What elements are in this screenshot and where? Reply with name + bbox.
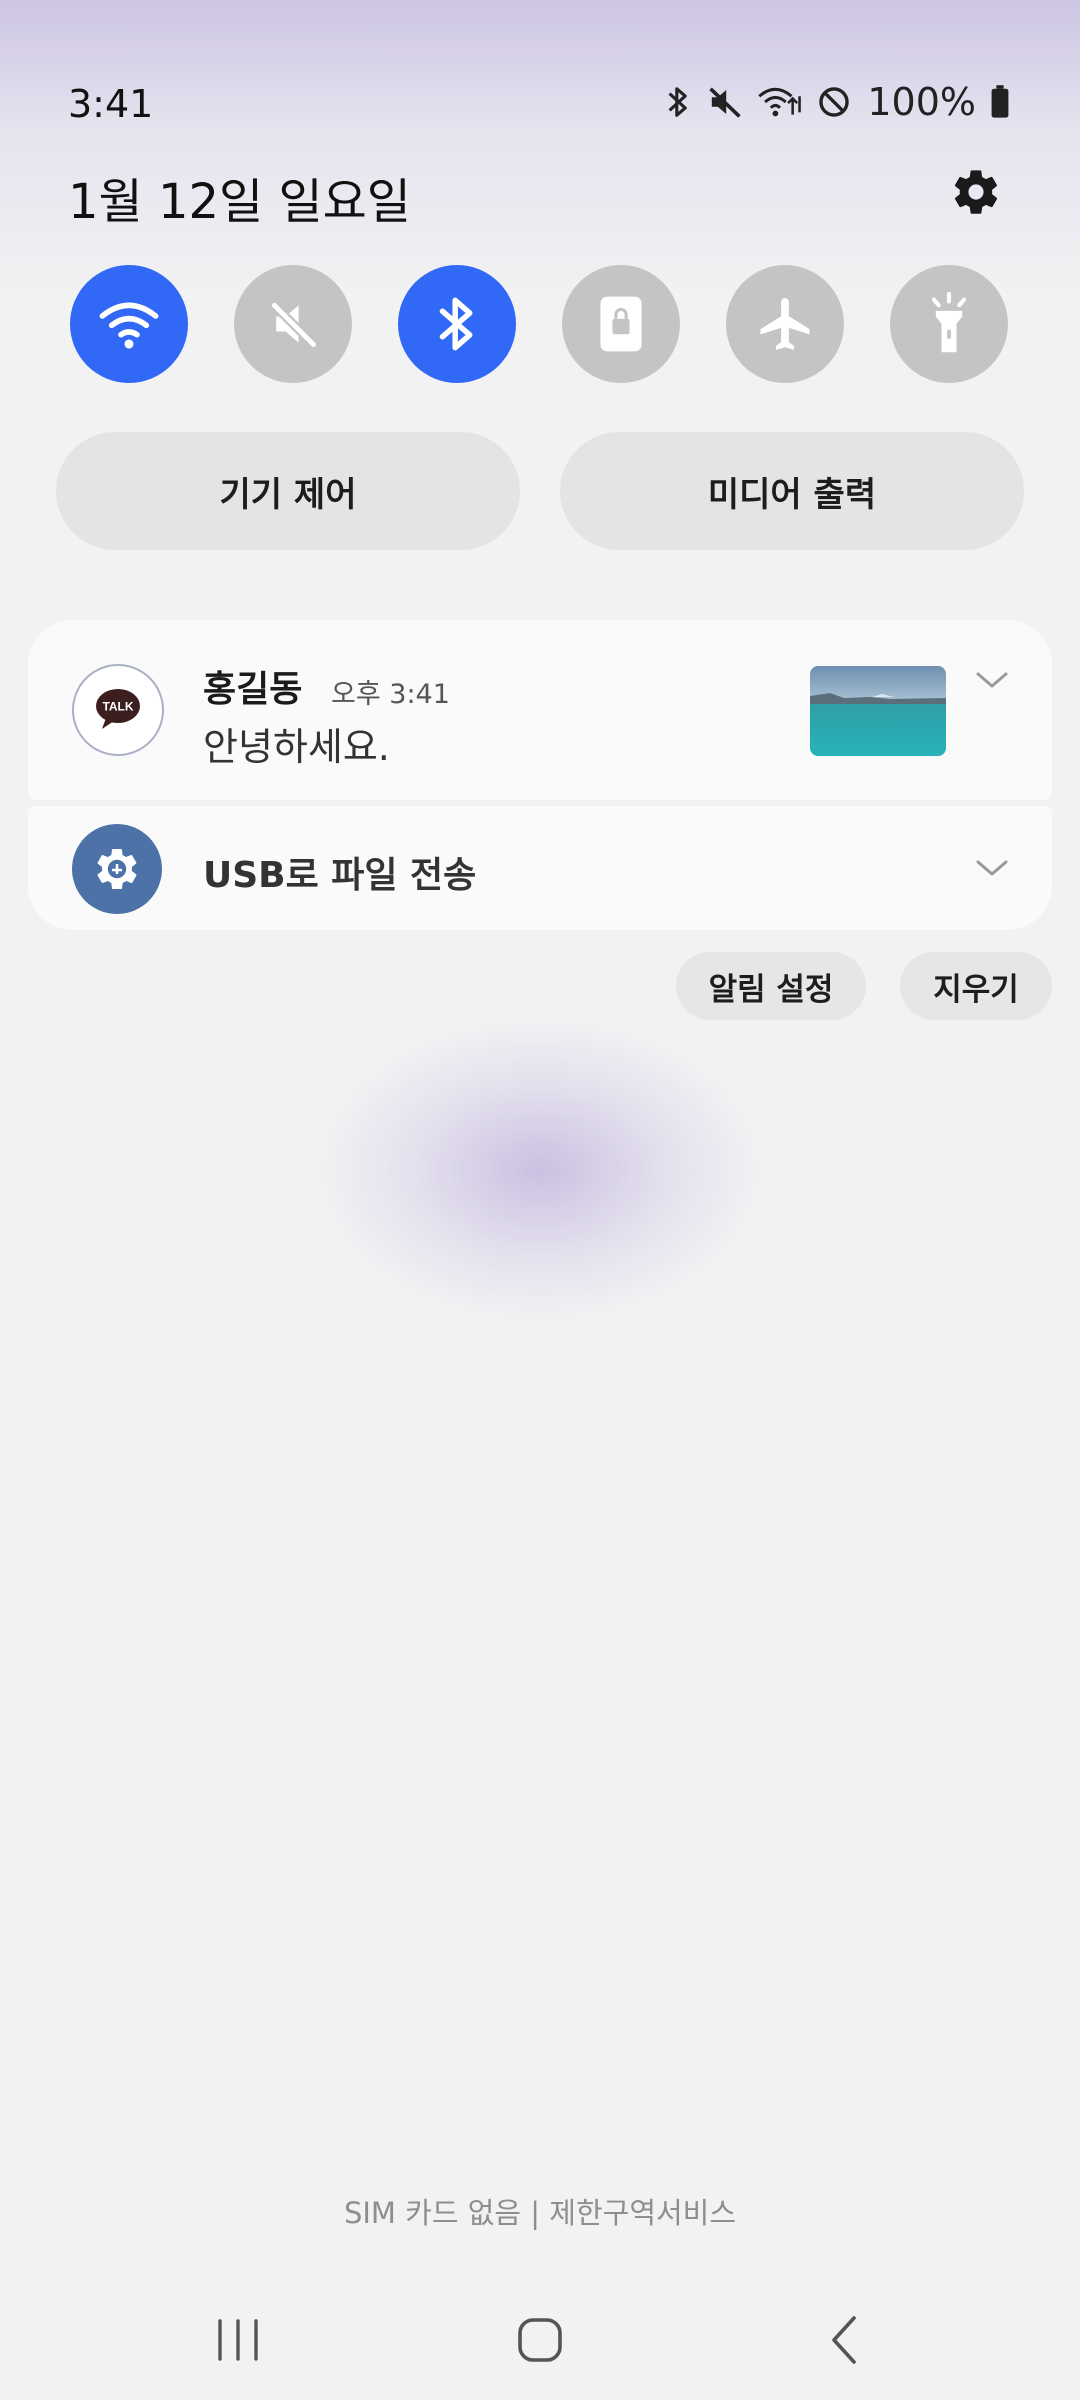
wifi-toggle[interactable] (70, 265, 188, 383)
back-button[interactable] (784, 2300, 904, 2380)
portrait-lock-icon (600, 296, 642, 352)
airplane-icon (760, 298, 810, 350)
notification-thumbnail[interactable] (810, 666, 946, 756)
kakaotalk-icon-text: TALK (102, 700, 133, 714)
usb-settings-icon (72, 824, 162, 914)
device-control-button[interactable]: 기기 제어 (56, 432, 520, 550)
airplane-mode-toggle[interactable] (726, 265, 844, 383)
usb-notification-title: USB로 파일 전송 (203, 855, 477, 896)
bluetooth-icon (663, 84, 693, 120)
wifi-icon (99, 302, 159, 349)
mute-icon (271, 302, 317, 348)
clear-all-button[interactable]: 지우기 (900, 952, 1052, 1020)
gear-icon (954, 170, 998, 214)
recent-apps-button[interactable] (178, 2300, 298, 2380)
rotation-lock-toggle[interactable] (562, 265, 680, 383)
sound-toggle[interactable] (234, 265, 352, 383)
home-icon (518, 2318, 562, 2362)
date-label: 1월 12일 일요일 (68, 174, 411, 230)
bluetooth-icon (439, 297, 473, 351)
chevron-down-icon (976, 672, 1008, 688)
notification-shade: 3:41 100% 1월 12일 일요일 기기 제어 미디어 출력 TALK 홍… (0, 0, 1080, 2400)
notification-sender: 홍길동 (203, 669, 303, 710)
flashlight-toggle[interactable] (890, 265, 1008, 383)
settings-button[interactable] (944, 160, 1008, 224)
chevron-down-icon (976, 860, 1008, 876)
mute-icon (707, 84, 743, 120)
quick-settings-row (70, 265, 1010, 385)
battery-icon (990, 84, 1010, 120)
recent-apps-icon (218, 2319, 258, 2361)
do-not-disturb-icon (817, 85, 851, 119)
notification-settings-button[interactable]: 알림 설정 (676, 952, 866, 1020)
notification-message: 안녕하세요. (203, 725, 390, 769)
wifi-data-icon (757, 84, 803, 120)
expand-usb-notification-button[interactable] (972, 848, 1012, 888)
flashlight-icon (931, 292, 967, 353)
kakaotalk-icon: TALK (72, 664, 164, 756)
expand-notification-button[interactable] (972, 660, 1012, 700)
back-icon (832, 2316, 856, 2364)
notification-usb[interactable]: USB로 파일 전송 (28, 806, 1052, 930)
battery-percent: 100% (867, 80, 976, 124)
carrier-label: SIM 카드 없음 | 제한구역서비스 (343, 2196, 737, 2230)
bluetooth-toggle[interactable] (398, 265, 516, 383)
status-icons: 100% (663, 80, 1010, 124)
home-button[interactable] (480, 2300, 600, 2380)
notification-time: 오후 3:41 (331, 679, 450, 710)
status-time: 3:41 (68, 82, 154, 126)
notification-kakaotalk[interactable]: TALK 홍길동 오후 3:41 안녕하세요. (28, 620, 1052, 800)
media-output-button[interactable]: 미디어 출력 (560, 432, 1024, 550)
